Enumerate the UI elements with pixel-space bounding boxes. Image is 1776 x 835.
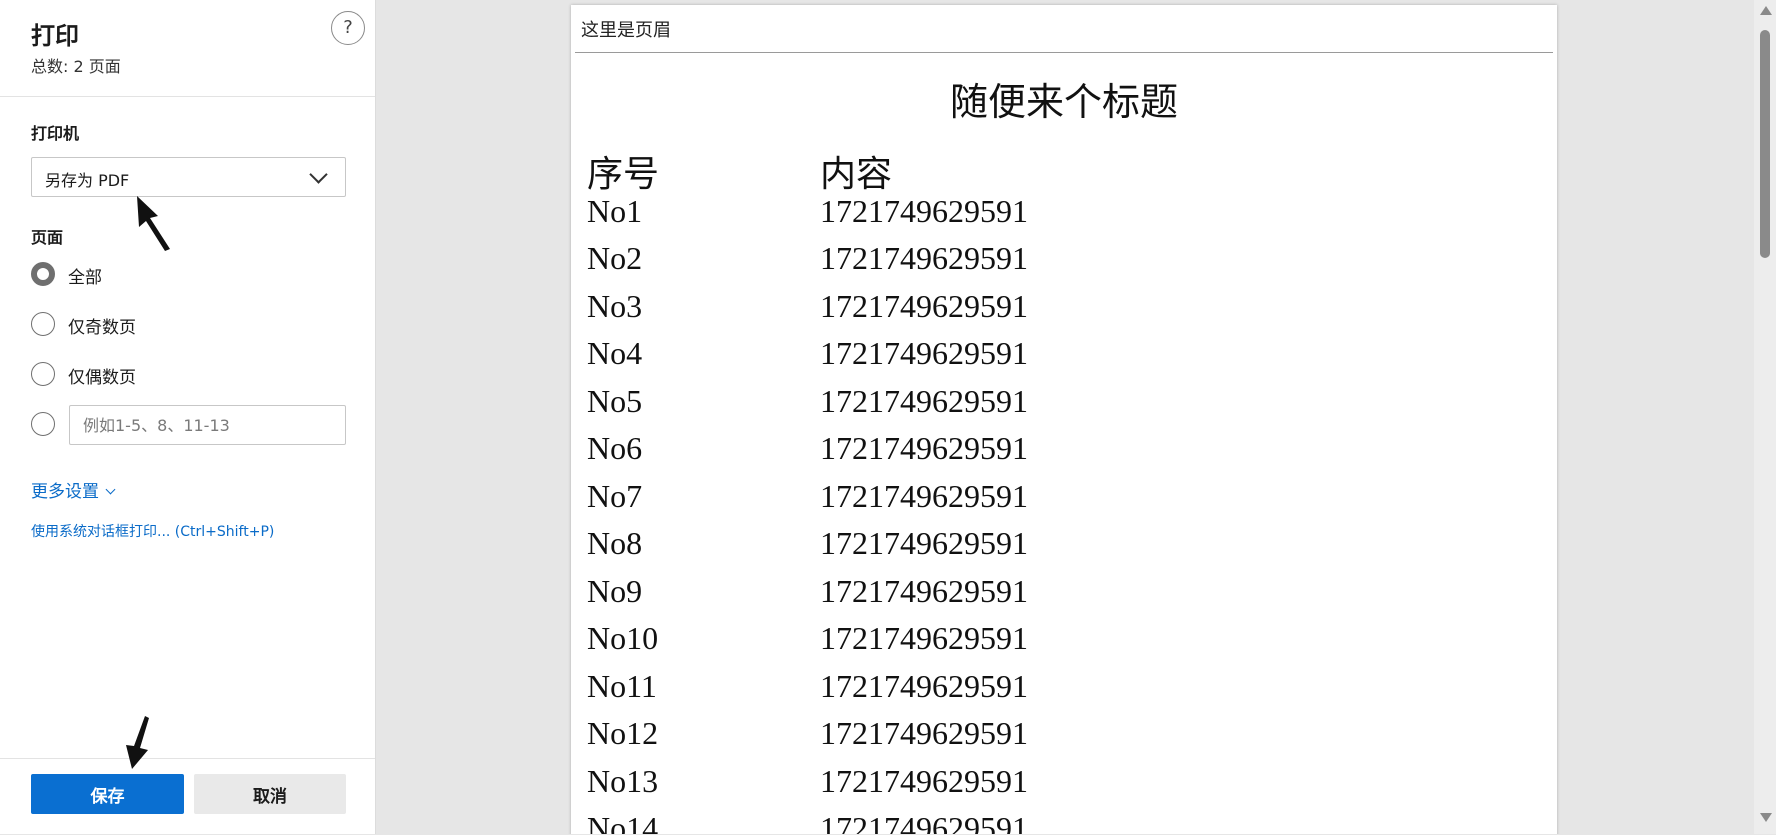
column-header: 序号 — [587, 154, 660, 194]
table-row: No6 1721749629591 — [587, 430, 1287, 478]
print-preview: 这里是页眉 随便来个标题 序号 内容 No1 1721749629591 No2 17… — [376, 0, 1754, 834]
scroll-up-arrow-icon[interactable] — [1760, 6, 1772, 15]
row-content-cell: 1721749629591 — [820, 287, 1028, 324]
row-number-cell: No7 — [587, 477, 643, 514]
table-row: No14 1721749629591 — [587, 810, 1287, 834]
save-button[interactable]: 保存 — [31, 774, 184, 814]
preview-page: 这里是页眉 随便来个标题 序号 内容 No1 1721749629591 No2 17… — [571, 5, 1557, 834]
row-number-cell: No11 — [587, 667, 657, 704]
row-content-cell: 1721749629591 — [820, 430, 1028, 466]
cancel-button[interactable]: 取消 — [194, 774, 346, 814]
panel-header: 打印 总数: 2 页面 ? — [0, 0, 375, 97]
radio-button[interactable] — [31, 312, 55, 336]
row-number-cell: No14 — [587, 810, 659, 834]
header-divider — [575, 52, 1553, 53]
row-content-cell: 1721749629591 — [820, 382, 1028, 419]
row-number-cell: No4 — [587, 335, 643, 371]
scrollbar-thumb[interactable] — [1760, 30, 1770, 258]
row-content-cell: 1721749629591 — [820, 620, 1028, 656]
document-title: 随便来个标题 — [949, 80, 1178, 124]
more-settings-link[interactable]: 更多设置 — [31, 477, 116, 502]
row-content-cell: 1721749629591 — [820, 715, 1028, 751]
radio-button-checked[interactable] — [31, 262, 55, 286]
row-content-cell: 1721749629591 — [820, 572, 1028, 609]
row-number-cell: No13 — [587, 762, 659, 799]
row-number-cell: No6 — [587, 430, 643, 466]
column-header: 内容 — [820, 154, 893, 194]
table-row: No11 1721749629591 — [587, 668, 1287, 716]
row-content-cell: 1721749629591 — [820, 667, 1028, 704]
radio-label: 仅奇数页 — [68, 318, 136, 338]
document-table: 序号 内容 No1 1721749629591 No2 1721749629591 No… — [587, 145, 1287, 834]
system-dialog-link[interactable]: 使用系统对话框打印... (Ctrl+Shift+P) — [31, 521, 274, 541]
row-number-cell: No5 — [587, 382, 643, 419]
table-row: No5 1721749629591 — [587, 383, 1287, 431]
row-number-cell: No12 — [587, 715, 659, 751]
radio-button[interactable] — [31, 412, 55, 436]
row-content-cell: 1721749629591 — [820, 525, 1028, 561]
custom-range-input[interactable] — [69, 405, 346, 445]
table-row: No13 1721749629591 — [587, 763, 1287, 811]
table-row: No4 1721749629591 — [587, 335, 1287, 383]
table-row: No12 1721749629591 — [587, 715, 1287, 763]
table-row: No2 1721749629591 — [587, 240, 1287, 288]
vertical-scrollbar[interactable] — [1754, 0, 1776, 834]
row-content-cell: 1721749629591 — [820, 335, 1028, 371]
chevron-down-icon — [105, 484, 116, 495]
scroll-down-arrow-icon[interactable] — [1760, 813, 1772, 822]
annotation-arrow-icon — [137, 196, 170, 251]
table-row: No9 1721749629591 — [587, 573, 1287, 621]
printer-select[interactable]: 另存为 PDF — [31, 157, 346, 197]
row-number-cell: No2 — [587, 240, 643, 276]
row-number-cell: No8 — [587, 525, 643, 561]
row-content-cell: 1721749629591 — [820, 762, 1028, 799]
table-row: No7 1721749629591 — [587, 478, 1287, 526]
radio-label: 仅偶数页 — [68, 368, 136, 388]
pages-label: 页面 — [31, 228, 64, 247]
printer-select-value: 另存为 PDF — [45, 171, 130, 190]
row-content-cell: 1721749629591 — [820, 477, 1028, 514]
radio-label: 全部 — [68, 268, 102, 288]
panel-title: 打印 — [31, 22, 79, 50]
row-number-cell: No10 — [587, 620, 659, 656]
row-number-cell: No9 — [587, 572, 643, 609]
table-row: No8 1721749629591 — [587, 525, 1287, 573]
radio-button[interactable] — [31, 362, 55, 386]
print-settings-panel: 打印 总数: 2 页面 ? 打印机 另存为 PDF 页面 全部 仅奇数页 仅偶数… — [0, 0, 376, 834]
row-content-cell: 1721749629591 — [820, 810, 1028, 834]
help-button[interactable]: ? — [331, 11, 365, 45]
table-row: No3 1721749629591 — [587, 288, 1287, 336]
row-number-cell: No1 — [587, 192, 643, 229]
table-row: No10 1721749629591 — [587, 620, 1287, 668]
annotation-arrow-icon — [126, 716, 149, 769]
printer-label: 打印机 — [31, 124, 80, 143]
row-content-cell: 1721749629591 — [820, 192, 1028, 229]
table-row: No1 1721749629591 — [587, 193, 1287, 241]
row-content-cell: 1721749629591 — [820, 240, 1028, 276]
more-settings-label: 更多设置 — [31, 482, 99, 502]
chevron-down-icon — [309, 165, 328, 184]
page-header-text: 这里是页眉 — [581, 20, 671, 41]
page-count: 总数: 2 页面 — [31, 57, 121, 76]
table-header-row: 序号 内容 — [587, 145, 1287, 194]
row-number-cell: No3 — [587, 287, 643, 324]
